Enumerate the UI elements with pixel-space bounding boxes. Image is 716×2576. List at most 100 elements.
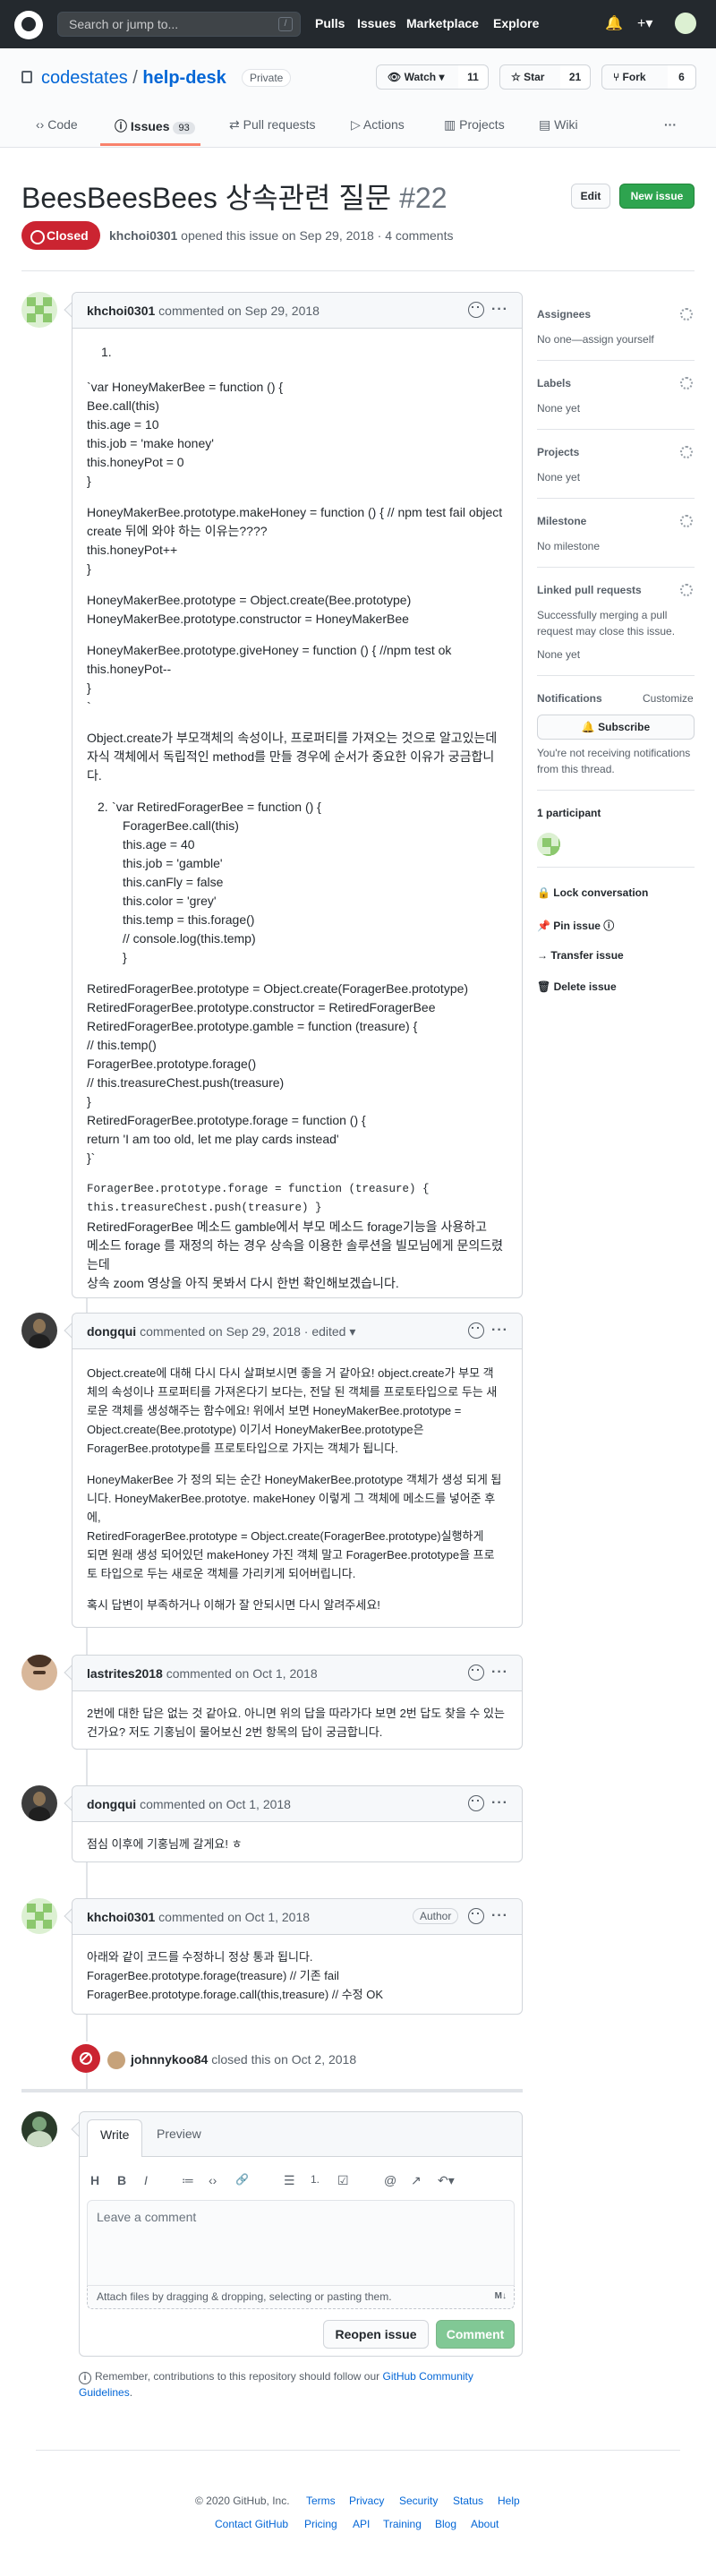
kebab-icon[interactable]: ··· [491, 1322, 508, 1339]
fork-button[interactable]: ⑂ Fork [601, 64, 675, 90]
bell-icon[interactable]: 🔔 [605, 14, 623, 32]
comment-author-link[interactable]: dongqui [87, 1797, 136, 1811]
smiley-icon[interactable] [468, 1795, 484, 1811]
smiley-icon[interactable] [468, 1908, 484, 1924]
tab-write[interactable]: Write [87, 2119, 143, 2157]
nav-pulls[interactable]: Pulls [315, 16, 345, 30]
footer-link-status[interactable]: Status [453, 2495, 483, 2507]
footer-link-security[interactable]: Security [399, 2495, 438, 2507]
kebab-icon[interactable]: ··· [491, 1795, 508, 1811]
footer-link-help[interactable]: Help [498, 2495, 520, 2507]
heading-icon[interactable]: H [90, 2173, 99, 2187]
issue-author-link[interactable]: khchoi0301 [109, 228, 177, 243]
plus-dropdown-icon[interactable]: +▾ [637, 14, 652, 32]
subscribe-button[interactable]: 🔔 Subscribe [537, 715, 695, 740]
code-icon[interactable]: ‹› [209, 2173, 217, 2187]
footer-link-training[interactable]: Training [383, 2518, 422, 2530]
tab-code[interactable]: ‹› Code [36, 117, 78, 132]
comment-author-link[interactable]: khchoi0301 [87, 304, 155, 318]
footer-link-terms[interactable]: Terms [306, 2495, 336, 2507]
milestone-heading[interactable]: Milestone [537, 515, 586, 527]
footer-link-contact[interactable]: Contact GitHub [215, 2518, 288, 2530]
closed-event-actor-link[interactable]: johnnykoo84 [131, 2052, 208, 2067]
assignees-value[interactable]: No one—assign yourself [537, 331, 698, 347]
edit-button[interactable]: Edit [571, 184, 610, 209]
customize-link[interactable]: Customize [643, 692, 694, 705]
comment-timestamp[interactable]: commented on Oct 1, 2018 [163, 1666, 318, 1681]
reopen-issue-button[interactable]: Reopen issue [323, 2320, 429, 2349]
avatar[interactable] [21, 1785, 57, 1821]
footer-link-about[interactable]: About [471, 2518, 499, 2530]
community-guidelines-link[interactable]: GitHub Community [383, 2370, 473, 2383]
quote-icon[interactable]: ≔ [182, 2173, 194, 2188]
unordered-list-icon[interactable]: ☰ [284, 2173, 295, 2188]
comment-timestamp[interactable]: commented on Sep 29, 2018 [155, 304, 320, 318]
watch-button[interactable]: 👁 Watch ▾ [376, 64, 465, 90]
star-count[interactable]: 21 [560, 64, 591, 90]
user-avatar-icon[interactable] [675, 13, 696, 34]
italic-icon[interactable]: I [144, 2173, 148, 2187]
comment-timestamp[interactable]: commented on Sep 29, 2018 · edited ▾ [136, 1324, 355, 1339]
comment-author-link[interactable]: dongqui [87, 1324, 136, 1339]
github-logo-icon[interactable] [14, 11, 43, 39]
repo-owner-link[interactable]: codestates [41, 68, 128, 88]
gear-icon[interactable] [680, 446, 693, 458]
projects-heading[interactable]: Projects [537, 446, 579, 458]
tab-pull-requests[interactable]: ⇄ Pull requests [229, 117, 316, 133]
participant-avatar[interactable] [537, 833, 560, 856]
tab-projects[interactable]: ▥ Projects [444, 117, 505, 133]
nav-explore[interactable]: Explore [493, 16, 539, 30]
nav-marketplace[interactable]: Marketplace [406, 16, 479, 30]
reply-icon[interactable]: ↶▾ [438, 2173, 455, 2188]
linked-prs-heading[interactable]: Linked pull requests [537, 584, 642, 596]
footer-link-blog[interactable]: Blog [435, 2518, 456, 2530]
star-button[interactable]: ☆ Star [499, 64, 567, 90]
gear-icon[interactable] [680, 308, 693, 321]
delete-issue-link[interactable]: 🗑 Delete issue [537, 980, 617, 993]
tab-wiki[interactable]: ▤ Wiki [539, 117, 578, 133]
lock-conversation-link[interactable]: 🔒 Lock conversation [537, 886, 648, 899]
smiley-icon[interactable] [468, 1322, 484, 1339]
nav-issues[interactable]: Issues [357, 16, 396, 30]
comment-author-link[interactable]: khchoi0301 [87, 1910, 155, 1924]
ordered-list-icon[interactable]: 1. [311, 2173, 320, 2186]
assignees-heading[interactable]: Assignees [537, 308, 591, 321]
watch-count[interactable]: 11 [458, 64, 489, 90]
tab-preview[interactable]: Preview [144, 2119, 214, 2150]
comment-timestamp[interactable]: commented on Oct 1, 2018 [136, 1797, 291, 1811]
comment-textarea[interactable]: Leave a comment [87, 2200, 515, 2286]
gear-icon[interactable] [680, 515, 693, 527]
smiley-icon[interactable] [468, 1665, 484, 1681]
comment-author-link[interactable]: lastrites2018 [87, 1666, 163, 1681]
avatar[interactable] [21, 1655, 57, 1690]
pin-issue-link[interactable]: 📌 Pin issue ⓘ [537, 918, 614, 933]
transfer-issue-link[interactable]: → Transfer issue [537, 949, 624, 962]
kebab-icon[interactable]: ··· [491, 1665, 508, 1681]
footer-link-privacy[interactable]: Privacy [349, 2495, 384, 2507]
comment-timestamp[interactable]: commented on Oct 1, 2018 [155, 1910, 310, 1924]
avatar[interactable] [21, 1898, 57, 1934]
avatar[interactable] [21, 292, 57, 328]
gear-icon[interactable] [680, 584, 693, 596]
new-issue-button[interactable]: New issue [619, 184, 695, 209]
labels-heading[interactable]: Labels [537, 377, 571, 389]
tab-actions[interactable]: ▷ Actions [351, 117, 405, 133]
fork-count[interactable]: 6 [668, 64, 696, 90]
kebab-icon[interactable]: ··· [491, 302, 508, 318]
smiley-icon[interactable] [468, 302, 484, 318]
gear-icon[interactable] [680, 377, 693, 389]
avatar[interactable] [107, 2051, 125, 2069]
more-tabs-kebab-icon[interactable]: ··· [664, 117, 677, 132]
comment-button[interactable]: Comment [436, 2320, 515, 2349]
community-guidelines-link[interactable]: Guidelines [79, 2386, 130, 2399]
search-input[interactable]: Search or jump to... / [57, 12, 301, 37]
attach-files-area[interactable]: Attach files by dragging & dropping, sel… [87, 2286, 515, 2309]
mention-icon[interactable]: @ [384, 2173, 396, 2187]
avatar[interactable] [21, 1313, 57, 1348]
bold-icon[interactable]: B [117, 2173, 126, 2187]
reference-icon[interactable]: ↗ [411, 2173, 422, 2188]
footer-link-pricing[interactable]: Pricing [304, 2518, 337, 2530]
kebab-icon[interactable]: ··· [491, 1908, 508, 1924]
repo-name-link[interactable]: help-desk [142, 68, 226, 88]
tab-issues[interactable]: ⓘ Issues 93 [115, 117, 195, 135]
